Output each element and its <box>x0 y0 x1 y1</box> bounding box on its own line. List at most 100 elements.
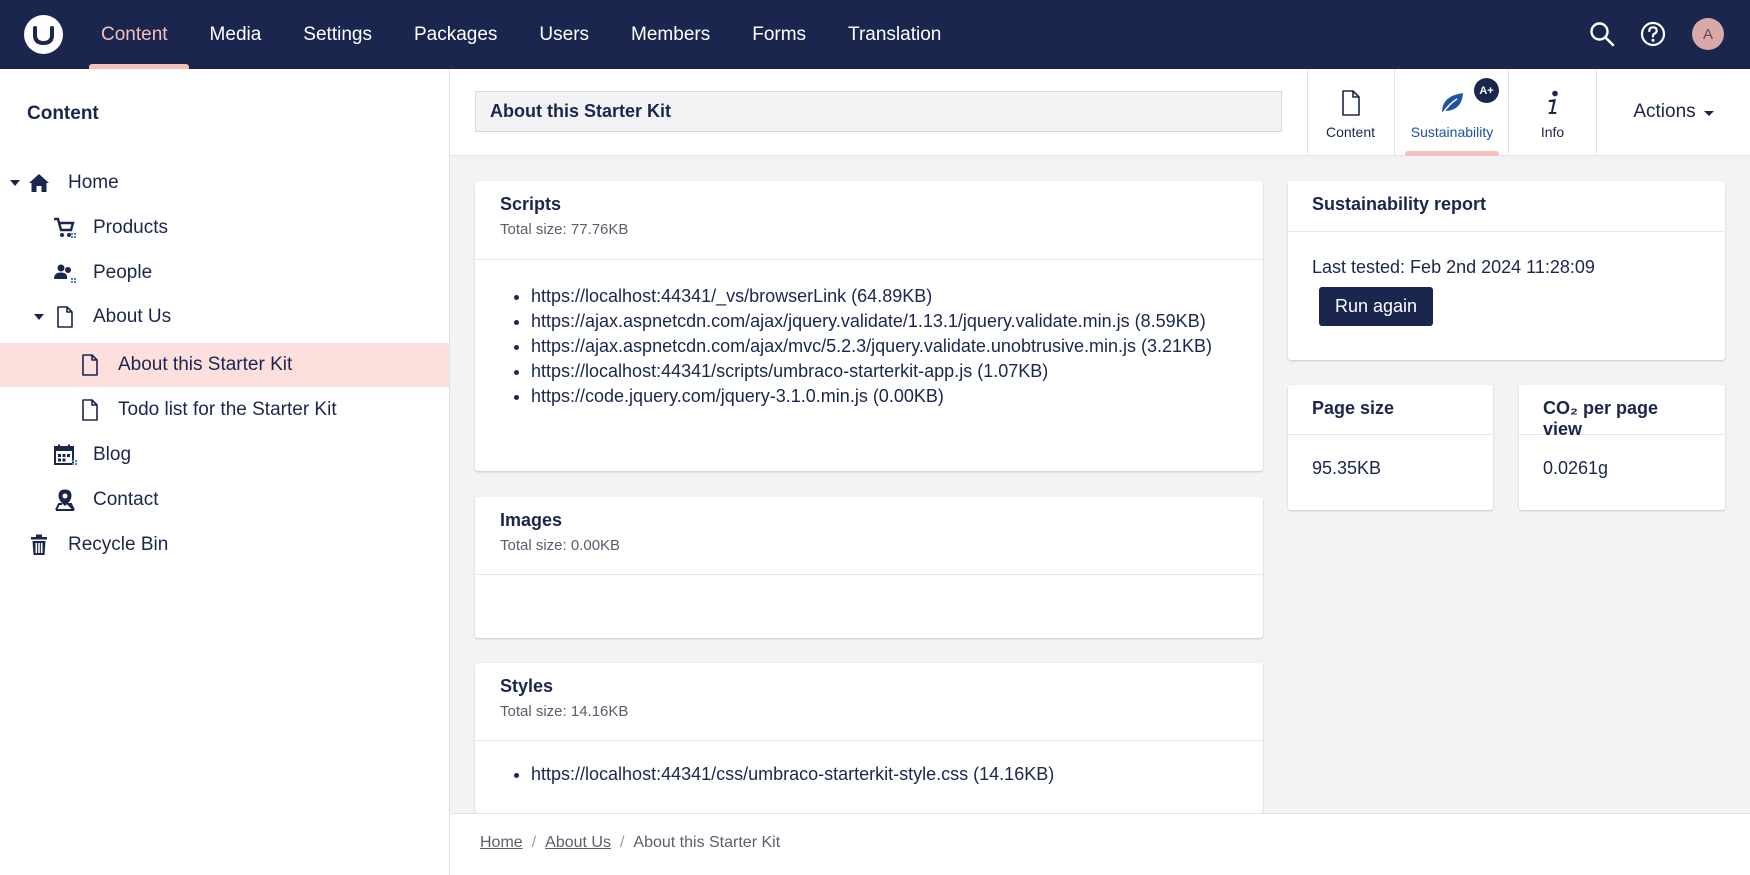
calendar-icon <box>54 444 77 465</box>
card-title: Page size <box>1312 398 1395 418</box>
tree-item-label: Todo list for the Starter Kit <box>118 399 337 420</box>
breadcrumb-separator: / <box>619 834 625 851</box>
tree-item-label: About this Starter Kit <box>118 354 293 375</box>
card-header: CO₂ per page view <box>1519 385 1725 439</box>
main-nav: Content Media Settings Packages Users Me… <box>80 0 962 69</box>
tab-label: Content <box>1325 124 1376 140</box>
search-icon[interactable] <box>1587 19 1617 49</box>
document-icon <box>82 399 98 421</box>
card-title: Images <box>500 510 563 530</box>
breadcrumb-separator: / <box>531 834 537 851</box>
card-header: Scripts Total size: 77.76KB <box>475 181 1263 260</box>
card-body: Last tested: Feb 2nd 2024 11:28:09 Run a… <box>1288 232 1725 351</box>
co2-card: CO₂ per page view 0.0261g <box>1519 385 1725 510</box>
umbraco-logo-icon[interactable] <box>24 15 63 54</box>
document-icon <box>82 354 98 376</box>
actions-button[interactable]: Actions <box>1596 69 1750 155</box>
card-title: CO₂ per page view <box>1543 398 1659 439</box>
tree-item-recycle-bin[interactable]: Recycle Bin <box>0 523 449 567</box>
list-item: https://localhost:44341/scripts/umbraco-… <box>531 359 1238 384</box>
breadcrumb-current: About this Starter Kit <box>633 834 781 851</box>
tab-label: Sustainability <box>1410 124 1494 140</box>
card-title: Styles <box>500 676 554 696</box>
tree-item-home[interactable]: Home <box>0 161 449 205</box>
tree-item-about-us[interactable]: About Us <box>0 295 449 339</box>
images-card: Images Total size: 0.00KB <box>475 497 1263 638</box>
card-header: Sustainability report <box>1288 181 1725 232</box>
page-size-value: 95.35KB <box>1312 458 1382 478</box>
sidebar-title: Content <box>27 103 99 124</box>
tree-item-label: About Us <box>93 306 172 327</box>
tree-item-contact[interactable]: Contact <box>0 478 449 522</box>
list-item: https://localhost:44341/css/umbraco-star… <box>531 762 1238 787</box>
trash-icon <box>31 534 47 555</box>
last-tested-text: Last tested: Feb 2nd 2024 11:28:09 <box>1312 257 1595 277</box>
card-total-size: Total size: 0.00KB <box>500 537 621 554</box>
nav-content[interactable]: Content <box>80 0 189 69</box>
page-size-card: Page size 95.35KB <box>1288 385 1493 510</box>
people-icon <box>54 264 76 283</box>
card-title: Scripts <box>500 194 562 214</box>
tree-item-people[interactable]: People <box>0 251 449 295</box>
tree-item-blog[interactable]: Blog <box>0 433 449 477</box>
styles-list: https://localhost:44341/css/umbraco-star… <box>500 762 1238 787</box>
tab-info[interactable]: Info <box>1508 69 1596 155</box>
card-total-size: Total size: 14.16KB <box>500 703 629 720</box>
run-again-button[interactable]: Run again <box>1319 287 1433 326</box>
tree-item-about-this-starter-kit[interactable]: About this Starter Kit <box>0 343 449 387</box>
card-header: Styles Total size: 14.16KB <box>475 663 1263 741</box>
document-icon <box>1342 90 1360 116</box>
sustainability-grade-badge: A+ <box>1474 78 1499 103</box>
list-item: https://ajax.aspnetcdn.com/ajax/jquery.v… <box>531 309 1238 334</box>
tree-item-products[interactable]: Products <box>0 206 449 250</box>
help-icon[interactable] <box>1638 19 1668 49</box>
caret-down-icon[interactable] <box>34 312 44 322</box>
card-header: Page size <box>1288 385 1493 435</box>
cart-icon <box>54 217 76 238</box>
co2-value: 0.0261g <box>1543 458 1609 478</box>
tree-item-label: Recycle Bin <box>68 534 169 555</box>
nav-users[interactable]: Users <box>518 0 610 69</box>
nav-translation[interactable]: Translation <box>827 0 962 69</box>
top-bar: Content Media Settings Packages Users Me… <box>0 0 1750 69</box>
leaf-icon <box>1442 93 1463 114</box>
actions-label: Actions <box>1633 101 1696 122</box>
tree-item-todo-list[interactable]: Todo list for the Starter Kit <box>0 388 449 432</box>
page-name-input[interactable] <box>475 91 1282 132</box>
scripts-list: https://localhost:44341/_vs/browserLink … <box>500 284 1238 409</box>
content-tree-sidebar: Content Home Products People About Us Ab… <box>0 69 450 875</box>
card-body: https://localhost:44341/_vs/browserLink … <box>475 260 1263 409</box>
map-pin-icon <box>55 489 75 511</box>
nav-members[interactable]: Members <box>610 0 731 69</box>
sustainability-report-card: Sustainability report Last tested: Feb 2… <box>1288 181 1725 360</box>
card-header: Images Total size: 0.00KB <box>475 497 1263 575</box>
editor-footer: Home / About Us / About this Starter Kit <box>450 813 1750 875</box>
card-title: Sustainability report <box>1312 194 1487 214</box>
tree-item-label: Blog <box>93 444 132 465</box>
list-item: https://localhost:44341/_vs/browserLink … <box>531 284 1238 309</box>
tree-item-label: Contact <box>93 489 159 510</box>
breadcrumb-about-us[interactable]: About Us <box>545 834 611 852</box>
tree-item-label: Products <box>93 217 168 238</box>
tab-label: Info <box>1540 124 1565 140</box>
card-body: https://localhost:44341/css/umbraco-star… <box>475 741 1263 787</box>
tree-item-label: Home <box>68 172 119 193</box>
nav-forms[interactable]: Forms <box>731 0 827 69</box>
caret-down-icon <box>1703 110 1714 116</box>
caret-down-icon[interactable] <box>10 178 20 188</box>
list-item: https://ajax.aspnetcdn.com/ajax/mvc/5.2.… <box>531 334 1238 359</box>
styles-card: Styles Total size: 14.16KB https://local… <box>475 663 1263 813</box>
tab-content[interactable]: Content <box>1307 69 1393 155</box>
nav-packages[interactable]: Packages <box>393 0 518 69</box>
tree-item-label: People <box>93 262 153 283</box>
nav-settings[interactable]: Settings <box>282 0 393 69</box>
info-icon <box>1548 90 1558 114</box>
editor-header: Content Sustainability Info <box>450 69 1750 156</box>
home-icon <box>29 174 49 192</box>
card-total-size: Total size: 77.76KB <box>500 221 629 238</box>
list-item: https://code.jquery.com/jquery-3.1.0.min… <box>531 384 1238 409</box>
breadcrumb-home[interactable]: Home <box>480 834 523 852</box>
scripts-card: Scripts Total size: 77.76KB https://loca… <box>475 181 1263 471</box>
user-avatar[interactable]: A <box>1692 18 1724 50</box>
nav-media[interactable]: Media <box>189 0 283 69</box>
